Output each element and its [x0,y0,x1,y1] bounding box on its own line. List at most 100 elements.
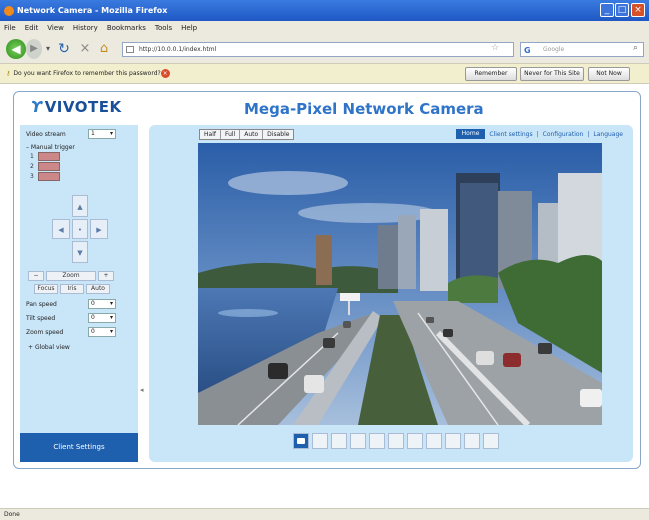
toolbar-button-9[interactable] [445,433,461,449]
focus-button[interactable]: Focus [34,284,58,294]
trigger-3-number: 3 [30,173,34,180]
toolbar-button-2[interactable] [312,433,328,449]
nav-separator: | [536,130,539,138]
menu-file[interactable]: File [4,24,16,32]
video-stream-select[interactable]: 1 [88,129,116,139]
pan-speed-select[interactable]: 0 [88,299,116,309]
zoom-speed-select[interactable]: 0 [88,327,116,337]
browser-status-bar: Done [0,508,649,520]
reload-button[interactable]: ↻ [56,39,72,59]
zoom-speed-label: Zoom speed [26,329,64,336]
tilt-speed-select[interactable]: 0 [88,313,116,323]
snapshot-icon[interactable] [293,433,309,449]
status-text: Done [4,511,20,518]
stop-button[interactable]: × [78,39,92,59]
bookmark-star-icon[interactable]: ☆ [491,43,499,53]
firefox-icon [4,5,14,16]
page-title: Mega-Pixel Network Camera [244,100,484,118]
menu-tools[interactable]: Tools [155,24,172,32]
maximize-button[interactable]: □ [615,3,629,17]
toolbar-button-8[interactable] [426,433,442,449]
url-bar[interactable]: http://10.0.0.1/index.html [122,42,514,57]
global-view-toggle[interactable]: + Global view [28,344,70,351]
tilt-up-button[interactable]: ▲ [72,195,88,217]
search-box[interactable]: G Google [520,42,644,57]
search-placeholder: Google [543,46,565,53]
menu-edit[interactable]: Edit [25,24,39,32]
key-icon: ⚷ [6,70,11,77]
ptz-direction-pad: ▲ ◀ • ▶ ▼ [52,195,108,265]
google-icon: G [524,46,531,55]
nav-separator: | [587,130,590,138]
not-now-button[interactable]: Not Now [588,67,630,81]
navigation-toolbar: ◀ ▶ ▾ ↻ × ⌂ http://10.0.0.1/index.html ☆… [0,34,649,64]
nav-home-link[interactable]: Home [455,129,486,139]
toolbar-button-10[interactable] [464,433,480,449]
never-for-site-button[interactable]: Never for This Site [520,67,584,81]
view-size-disable[interactable]: Disable [263,130,293,139]
trigger-1-number: 1 [30,153,34,160]
zoom-label: Zoom [46,271,96,281]
zoom-in-button[interactable]: + [98,271,114,281]
page-nav-links: Home Client settings | Configuration | L… [455,129,623,139]
page-favicon [126,46,134,53]
search-icon[interactable]: ⌕ [633,43,638,53]
trigger-3-button[interactable] [38,172,60,181]
camera-video-feed[interactable] [198,143,602,425]
url-text: http://10.0.0.1/index.html [139,46,217,53]
video-toolbar [293,433,499,449]
window-titlebar: Network Camera - Mozilla Firefox [0,0,649,21]
close-window-button[interactable]: × [631,3,645,17]
menu-help[interactable]: Help [181,24,197,32]
pan-speed-label: Pan speed [26,301,57,308]
pan-right-button[interactable]: ▶ [90,219,108,239]
back-button[interactable]: ◀ [6,39,26,59]
view-size-half[interactable]: Half [200,130,221,139]
zoom-out-button[interactable]: − [28,271,44,281]
web-page: ϒ VIVOTEK Mega-Pixel Network Camera Video… [0,85,649,508]
sidebar-collapse-icon[interactable]: ◂ [140,386,144,394]
nav-client-settings-link[interactable]: Client settings [489,131,532,138]
vivotek-logo: ϒ VIVOTEK [31,98,122,116]
video-stream-label: Video stream [26,131,66,138]
live-view-panel: Half Full Auto Disable Home Client setti… [149,125,633,462]
nav-language-link[interactable]: Language [593,131,623,138]
toolbar-button-11[interactable] [483,433,499,449]
toolbar-button-6[interactable] [388,433,404,449]
menu-history[interactable]: History [73,24,98,32]
password-notification-bar: ⚷ Do you want Firefox to remember this p… [0,64,649,84]
tilt-down-button[interactable]: ▼ [72,241,88,263]
minimize-button[interactable]: _ [600,3,614,17]
manual-trigger-label: – Manual trigger [26,144,75,151]
menu-view[interactable]: View [47,24,64,32]
history-dropdown-icon[interactable]: ▾ [43,39,53,59]
window-title: Network Camera - Mozilla Firefox [17,6,168,15]
menu-bookmarks[interactable]: Bookmarks [107,24,146,32]
toolbar-button-5[interactable] [369,433,385,449]
toolbar-button-7[interactable] [407,433,423,449]
ptz-home-button[interactable]: • [72,219,88,239]
home-icon[interactable]: ⌂ [96,39,112,59]
remember-password-button[interactable]: Remember [465,67,517,81]
toolbar-button-4[interactable] [350,433,366,449]
forward-button[interactable]: ▶ [26,39,42,59]
trigger-2-number: 2 [30,163,34,170]
view-size-group: Half Full Auto Disable [199,129,295,140]
close-notification-icon[interactable]: × [160,69,170,78]
view-size-full[interactable]: Full [221,130,241,139]
auto-button[interactable]: Auto [86,284,110,294]
menu-bar: File Edit View History Bookmarks Tools H… [0,21,649,34]
client-settings-button[interactable]: Client Settings [20,433,138,462]
city-highway-image [198,143,602,425]
nav-configuration-link[interactable]: Configuration [543,131,584,138]
view-size-auto[interactable]: Auto [240,130,264,139]
trigger-2-button[interactable] [38,162,60,171]
control-sidebar: Video stream 1 – Manual trigger 1 2 3 ▲ … [20,125,138,462]
tilt-speed-label: Tilt speed [26,315,56,322]
notification-message: Do you want Firefox to remember this pas… [13,70,161,77]
toolbar-button-3[interactable] [331,433,347,449]
trigger-1-button[interactable] [38,152,60,161]
pan-left-button[interactable]: ◀ [52,219,70,239]
iris-button[interactable]: Iris [60,284,84,294]
camera-page-frame: ϒ VIVOTEK Mega-Pixel Network Camera Video… [13,91,641,469]
